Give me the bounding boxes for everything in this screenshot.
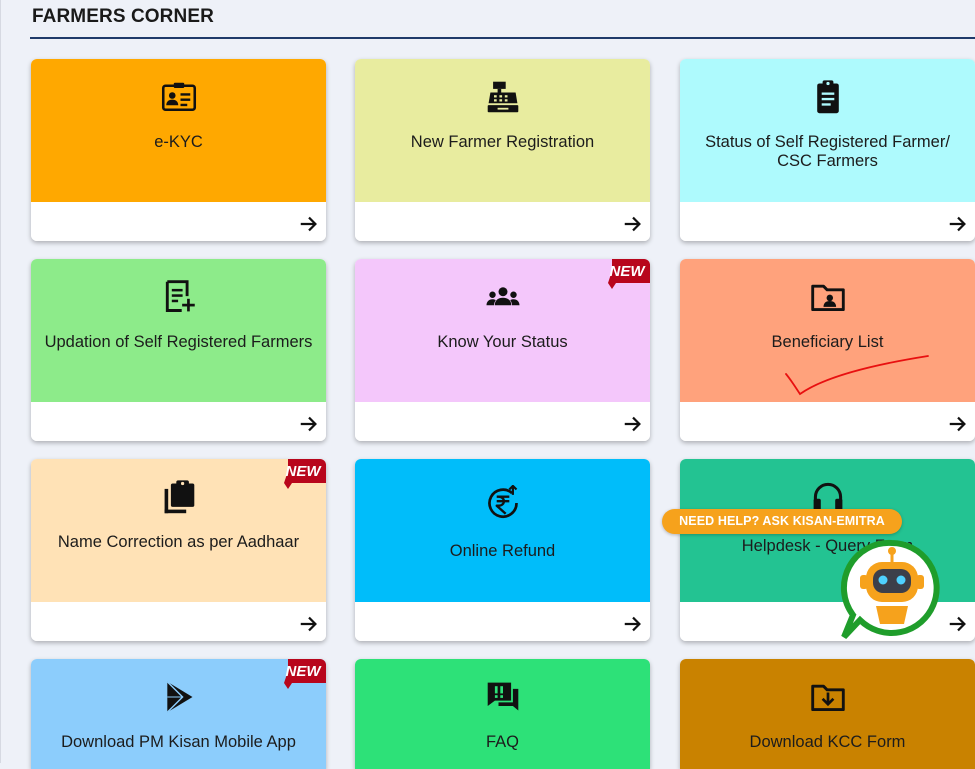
new-badge: NEW [282, 459, 326, 489]
card-footer [355, 402, 650, 441]
note-add-icon [153, 277, 205, 317]
card-footer [31, 202, 326, 241]
card-footer [355, 602, 650, 641]
arrow-right-icon[interactable] [947, 213, 969, 235]
cash-register-icon [477, 77, 529, 117]
card-top: New Farmer Registration [355, 59, 650, 202]
card-footer [680, 402, 975, 441]
arrow-right-icon[interactable] [622, 613, 644, 635]
card-label: Know Your Status [437, 333, 568, 351]
card-e-kyc[interactable]: e-KYC [31, 59, 326, 241]
checkmark-annotation [785, 355, 929, 396]
card-footer [355, 202, 650, 241]
card-label: Status of Self Registered Farmer/ CSC Fa… [705, 133, 950, 170]
card-label: Updation of Self Registered Farmers [44, 333, 313, 351]
card-label: FAQ [485, 733, 519, 751]
title-underline [30, 37, 975, 39]
card-footer [680, 202, 975, 241]
help-pill[interactable]: NEED HELP? ASK KISAN-EMITRA [662, 509, 902, 534]
arrow-right-icon[interactable] [622, 213, 644, 235]
id-card-icon [153, 77, 205, 117]
card-faq[interactable]: FAQ [355, 659, 650, 769]
arrow-right-icon[interactable] [298, 613, 320, 635]
rupee-refund-icon [477, 483, 529, 523]
faq-chat-icon [477, 677, 529, 717]
card-label: Download PM Kisan Mobile App [61, 733, 296, 751]
card-top: Online Refund [355, 459, 650, 602]
clipboard-list-icon [802, 77, 854, 117]
left-border [0, 0, 1, 763]
card-label: New Farmer Registration [410, 133, 595, 151]
new-badge: NEW [282, 659, 326, 689]
card-label: Beneficiary List [771, 333, 884, 351]
folder-user-icon [802, 277, 854, 317]
arrow-right-icon[interactable] [298, 413, 320, 435]
card-top: e-KYC [31, 59, 326, 202]
arrow-right-icon[interactable] [622, 413, 644, 435]
new-badge: NEW [606, 259, 650, 289]
play-store-icon [153, 677, 205, 717]
section-title: FARMERS CORNER [32, 6, 214, 27]
arrow-right-icon[interactable] [947, 613, 969, 635]
chatbot-icon[interactable] [840, 537, 944, 641]
new-badge-label: NEW [609, 263, 645, 280]
card-top: Status of Self Registered Farmer/ CSC Fa… [680, 59, 975, 202]
card-label: Download KCC Form [749, 733, 906, 751]
card-footer [31, 402, 326, 441]
card-download-mobile-app[interactable]: Download PM Kisan Mobile App NEW [31, 659, 326, 769]
card-footer [31, 602, 326, 641]
new-badge-label: NEW [285, 663, 321, 680]
card-top: Download KCC Form [680, 659, 975, 769]
card-beneficiary-list[interactable]: Beneficiary List [680, 259, 975, 441]
card-label: Name Correction as per Aadhaar [57, 533, 300, 551]
card-top: FAQ [355, 659, 650, 769]
clipboard-copy-icon [153, 477, 205, 517]
arrow-right-icon[interactable] [947, 413, 969, 435]
card-top: Updation of Self Registered Farmers [31, 259, 326, 402]
card-download-kcc-form[interactable]: Download KCC Form [680, 659, 975, 769]
card-new-farmer-registration[interactable]: New Farmer Registration [355, 59, 650, 241]
new-badge-label: NEW [285, 463, 321, 480]
card-updation-self-registered[interactable]: Updation of Self Registered Farmers [31, 259, 326, 441]
arrow-right-icon[interactable] [298, 213, 320, 235]
card-online-refund[interactable]: Online Refund [355, 459, 650, 641]
card-label: e-KYC [154, 133, 203, 151]
card-status-self-registered[interactable]: Status of Self Registered Farmer/ CSC Fa… [680, 59, 975, 241]
card-label: Online Refund [449, 542, 556, 560]
people-group-icon [477, 277, 529, 317]
card-name-correction[interactable]: Name Correction as per Aadhaar NEW [31, 459, 326, 641]
card-know-your-status[interactable]: Know Your Status NEW [355, 259, 650, 441]
folder-download-icon [802, 677, 854, 717]
